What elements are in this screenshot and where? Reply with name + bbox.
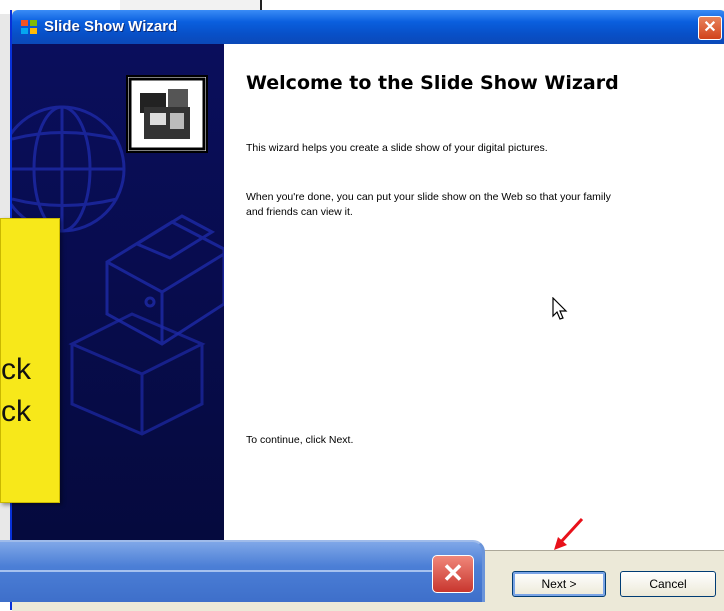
callout-line-1: ck [1,353,31,386]
window-title: Slide Show Wizard [44,18,178,35]
taskbar-close-button[interactable]: ✕ [432,555,474,593]
next-button[interactable]: Next > [512,571,606,597]
close-icon: ✕ [442,558,464,588]
wizard-content: Welcome to the Slide Show Wizard This wi… [126,44,724,550]
page-title: Welcome to the Slide Show Wizard [246,72,619,94]
yellow-callout: ck ck [0,218,60,503]
intro-paragraph: This wizard helps you create a slide sho… [246,142,548,154]
callout-line-2: ck [1,395,31,428]
slideshow-wizard-icon [126,75,208,153]
taskbar-fragment [0,540,485,602]
web-paragraph: When you're done, you can put your slide… [246,191,611,218]
printer-icon [105,214,224,346]
mouse-cursor-icon [552,297,568,320]
red-arrow-icon [554,517,584,550]
title-bar[interactable]: Slide Show Wizard ✕ [12,10,724,44]
taskbar-divider [0,570,470,572]
cancel-button[interactable]: Cancel [620,571,716,597]
continue-instruction: To continue, click Next. [246,434,354,446]
close-icon: ✕ [703,19,717,36]
windows-logo-icon [21,20,37,34]
slide-show-wizard-window: Slide Show Wizard ✕ Welcome to the Slide… [10,10,724,611]
close-button[interactable]: ✕ [698,16,722,40]
